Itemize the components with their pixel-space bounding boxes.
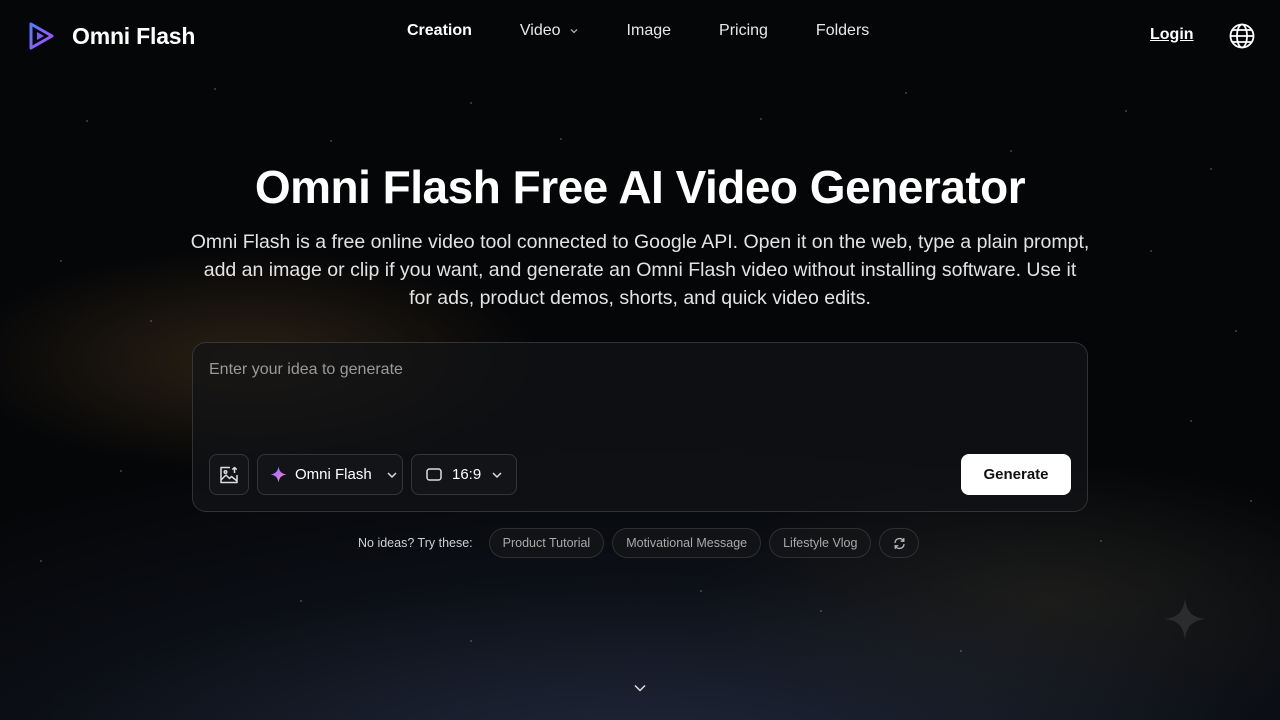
nav-item-label: Folders bbox=[815, 22, 870, 39]
aspect-ratio-icon bbox=[426, 468, 442, 481]
nav-item-folders[interactable]: Folders bbox=[816, 22, 869, 40]
site-header: Omni Flash Creation Video Image Pricing … bbox=[0, 0, 1280, 72]
generate-button[interactable]: Generate bbox=[961, 454, 1071, 495]
page-subtitle: Omni Flash is a free online video tool c… bbox=[190, 231, 1090, 309]
suggestion-chip[interactable]: Product Tutorial bbox=[488, 528, 605, 558]
aspect-ratio-label: 16:9 bbox=[452, 466, 482, 483]
model-select-label: Omni Flash bbox=[295, 466, 372, 483]
login-link[interactable]: Login bbox=[1150, 26, 1194, 44]
prompt-card: Omni Flash 16:9 Generate bbox=[192, 342, 1088, 512]
brand-home-link[interactable]: Omni Flash bbox=[28, 22, 195, 50]
chevron-down-icon bbox=[387, 471, 397, 478]
nav-item-label: Video bbox=[519, 22, 561, 39]
nav-item-label: Creation bbox=[407, 22, 472, 39]
suggestion-chip[interactable]: Lifestyle Vlog bbox=[769, 528, 872, 558]
model-select[interactable]: Omni Flash bbox=[257, 454, 403, 495]
chevron-down-icon bbox=[570, 29, 578, 34]
nav-item-label: Pricing bbox=[719, 22, 768, 39]
suggestion-chip[interactable]: Motivational Message bbox=[612, 528, 762, 558]
nav-item-image[interactable]: Image bbox=[627, 22, 671, 40]
decorative-sparkle-icon bbox=[1164, 598, 1206, 640]
refresh-icon bbox=[894, 537, 905, 549]
idea-suggestions: No ideas? Try these: Product Tutorial Mo… bbox=[358, 528, 927, 558]
nav-item-creation[interactable]: Creation bbox=[407, 22, 472, 40]
image-upload-icon bbox=[220, 466, 238, 483]
nav-item-video[interactable]: Video bbox=[520, 22, 579, 40]
globe-icon[interactable] bbox=[1228, 22, 1256, 50]
page-title: Omni Flash Free AI Video Generator bbox=[254, 161, 1026, 213]
brand-name: Omni Flash bbox=[72, 22, 196, 49]
main-nav: Creation Video Image Pricing Folders bbox=[407, 22, 917, 40]
refresh-suggestions-button[interactable] bbox=[879, 528, 920, 558]
nav-item-label: Image bbox=[626, 22, 672, 39]
chevron-down-icon bbox=[492, 471, 502, 478]
ideas-label: No ideas? Try these: bbox=[358, 536, 473, 550]
upload-image-button[interactable] bbox=[209, 454, 249, 495]
sparkle-icon bbox=[270, 466, 287, 483]
play-triangle-logo-icon bbox=[29, 22, 54, 50]
prompt-input[interactable] bbox=[209, 361, 1069, 421]
scroll-down-chevron-icon[interactable] bbox=[633, 682, 647, 694]
nav-item-pricing[interactable]: Pricing bbox=[719, 22, 768, 40]
aspect-ratio-select[interactable]: 16:9 bbox=[411, 454, 517, 495]
